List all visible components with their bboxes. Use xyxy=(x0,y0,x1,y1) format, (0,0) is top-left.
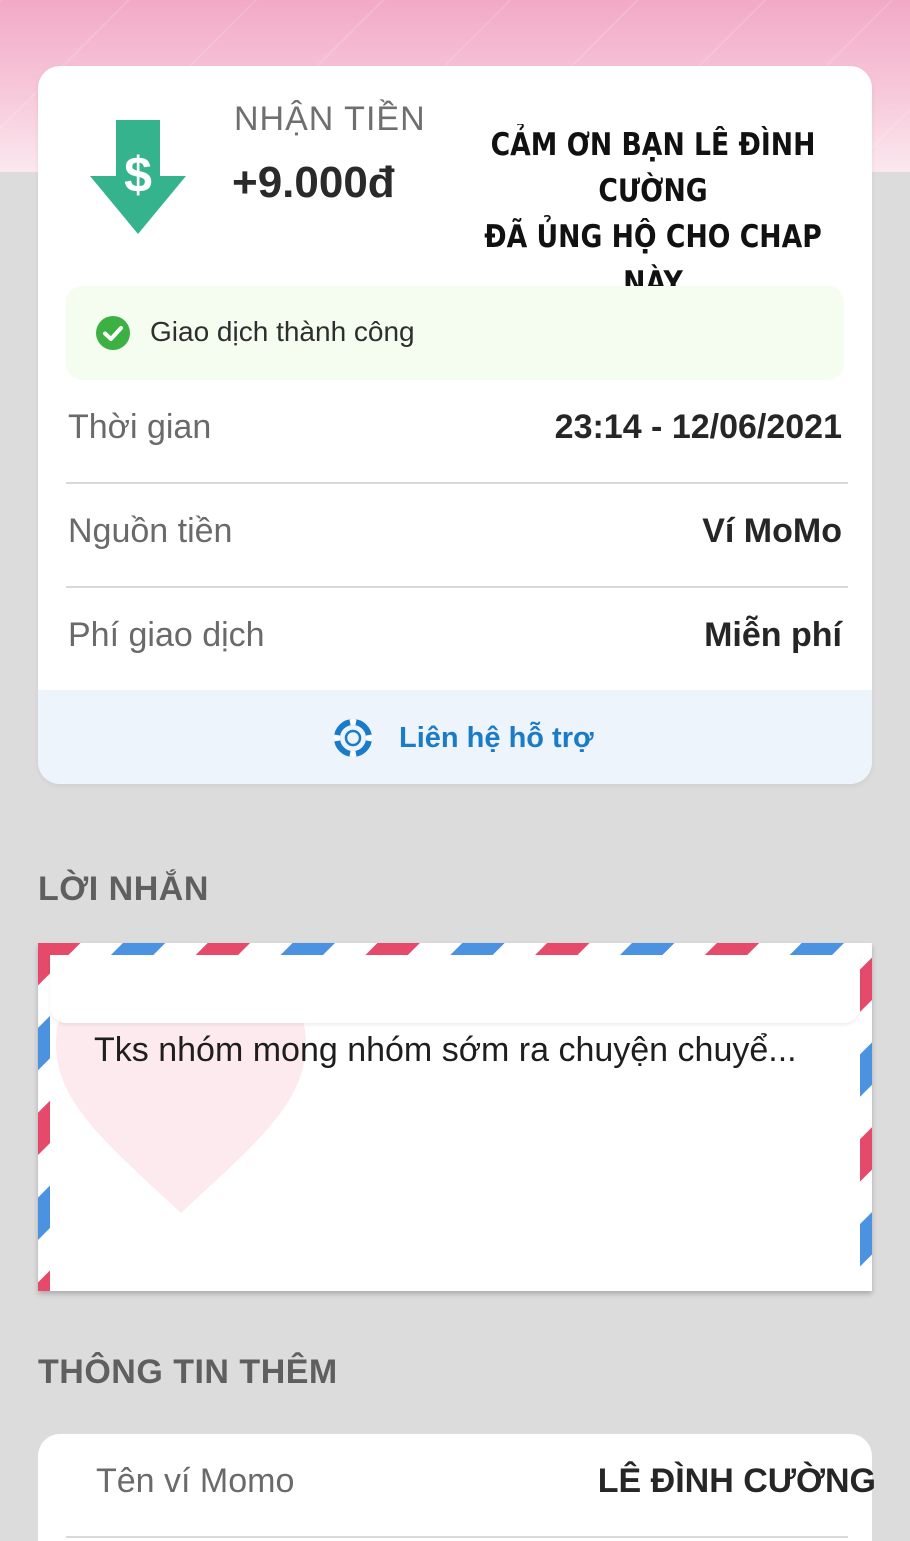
transaction-type-label: NHẬN TIỀN xyxy=(234,100,426,138)
transaction-amount: +9.000đ xyxy=(232,158,395,207)
extra-value: LÊ ĐÌNH CƯỜNG xyxy=(597,1462,876,1500)
status-text: Giao dịch thành công xyxy=(150,316,415,347)
thanks-caption: CẢM ƠN BẠN LÊ ĐÌNH CƯỜNG ĐÃ ỦNG HỘ CHO C… xyxy=(477,122,830,306)
thanks-line-1: CẢM ƠN BẠN LÊ ĐÌNH CƯỜNG xyxy=(490,127,816,209)
message-section-title: LỜI NHẮN xyxy=(38,870,209,908)
transaction-card: $ NHẬN TIỀN +9.000đ CẢM ƠN BẠN LÊ ĐÌNH C… xyxy=(38,66,872,784)
message-envelope: Tks nhóm mong nhóm sớm ra chuyện chuyể..… xyxy=(38,943,872,1291)
extra-label: Tên ví Momo xyxy=(96,1462,295,1500)
detail-label: Phí giao dịch xyxy=(68,616,265,654)
detail-row-time: Thời gian 23:14 - 12/06/2021 xyxy=(66,380,848,484)
detail-row-source: Nguồn tiền Ví MoMo xyxy=(66,484,848,588)
envelope-flap xyxy=(50,955,860,1023)
support-label: Liên hệ hỗ trợ xyxy=(399,721,594,754)
detail-label: Nguồn tiền xyxy=(68,512,233,550)
detail-value: Ví MoMo xyxy=(702,512,842,550)
check-circle-icon xyxy=(96,316,130,350)
message-text: Tks nhóm mong nhóm sớm ra chuyện chuyể..… xyxy=(94,1031,797,1069)
extra-info-card: Tên ví Momo LÊ ĐÌNH CƯỜNG xyxy=(38,1434,876,1541)
download-dollar-icon: $ xyxy=(90,120,186,234)
detail-value: Miễn phí xyxy=(704,616,842,654)
lifebuoy-icon xyxy=(334,719,372,757)
extra-info-title: THÔNG TIN THÊM xyxy=(38,1353,338,1391)
svg-text:$: $ xyxy=(124,147,152,203)
detail-value: 23:14 - 12/06/2021 xyxy=(554,408,842,446)
detail-row-fee: Phí giao dịch Miễn phí xyxy=(66,588,848,692)
extra-row-wallet-name: Tên ví Momo LÊ ĐÌNH CƯỜNG xyxy=(66,1434,876,1538)
support-button[interactable]: Liên hệ hỗ trợ xyxy=(38,690,872,784)
status-banner: Giao dịch thành công xyxy=(66,286,844,380)
detail-label: Thời gian xyxy=(68,408,212,446)
